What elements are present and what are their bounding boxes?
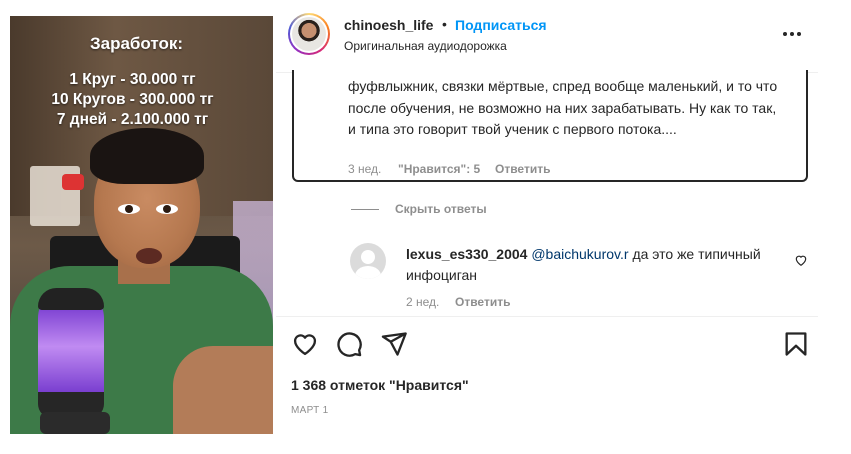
overlay-title: Заработок: [89,34,184,53]
video-person-hair [90,128,204,184]
heart-icon[interactable] [291,330,319,358]
video-person-eye-left [118,204,140,214]
video-caption-overlay: Заработок: 1 Круг - 30.000 тг 10 Кругов … [10,34,273,130]
author-avatar[interactable] [288,13,330,55]
comment-icon[interactable] [335,330,363,358]
video-microphone-stand [40,412,110,434]
header-separator: • [442,16,447,32]
avatar-image [292,17,326,51]
comment-time[interactable]: 3 нед. [348,162,381,176]
reply-reply-button[interactable]: Ответить [455,295,510,309]
audio-track-link[interactable]: Оригинальная аудиодорожка [344,39,507,53]
post-video[interactable]: Заработок: 1 Круг - 30.000 тг 10 Кругов … [10,16,273,434]
video-person-arm [173,346,273,434]
comment-text: фуфвлыжник, связки мёртвые, спред вообще… [348,78,778,137]
video-play-award-icon [62,174,84,190]
paper-plane-icon[interactable] [380,330,408,358]
highlighted-comment: фуфвлыжник, связки мёртвые, спред вообще… [292,70,808,182]
overlay-line: 7 дней - 2.100.000 тг [56,111,209,128]
video-person-mouth [136,248,162,264]
overlay-line: 1 Круг - 30.000 тг [69,71,196,88]
reply-mention-link[interactable]: @baichukurov.r [531,246,628,262]
overlay-line: 10 Кругов - 300.000 тг [51,91,214,108]
reply-avatar[interactable] [350,243,386,279]
reply-comment: lexus_es330_2004 @baichukurov.r да это ж… [406,244,786,286]
comment-like-count[interactable]: "Нравится": 5 [398,162,480,176]
reply-username[interactable]: lexus_es330_2004 [406,246,527,262]
avatar-inner [290,15,328,53]
avatar-placeholder-body [355,266,381,279]
actions-divider [276,316,818,317]
comment-reply-button[interactable]: Ответить [495,162,550,176]
reply-heart-icon[interactable] [794,253,808,267]
like-count[interactable]: 1 368 отметок "Нравится" [291,377,469,393]
replies-divider-line [351,209,379,210]
video-microphone-top [38,288,104,310]
more-horizontal-icon[interactable] [780,24,804,44]
post-date: МАРТ 1 [291,405,329,416]
follow-button[interactable]: Подписаться [455,17,547,33]
video-person-eye-right [156,204,178,214]
bookmark-icon[interactable] [782,330,810,358]
author-username[interactable]: chinoesh_life [344,17,433,33]
avatar-placeholder-head [361,250,375,264]
reply-time[interactable]: 2 нед. [406,295,439,309]
post-header: chinoesh_life • Подписаться Оригинальная… [284,10,818,62]
hide-replies-button[interactable]: Скрыть ответы [395,202,487,216]
